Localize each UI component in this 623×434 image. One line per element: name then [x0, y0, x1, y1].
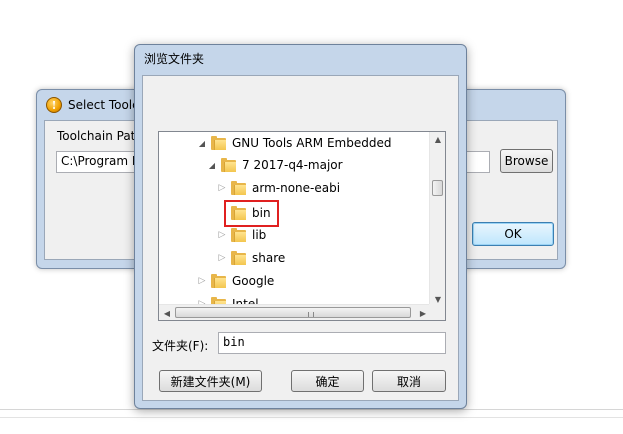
tree-item[interactable]: ▷ Google	[197, 270, 274, 292]
vertical-scroll-thumb[interactable]	[432, 180, 443, 196]
cancel-button[interactable]: 取消	[372, 370, 446, 392]
folder-icon	[211, 274, 226, 288]
folder-icon	[231, 228, 246, 242]
collapsed-arrow-icon[interactable]: ▷	[217, 230, 227, 240]
collapsed-arrow-icon[interactable]: ▷	[217, 253, 227, 263]
folder-name-input[interactable]: bin	[218, 332, 446, 354]
expanded-arrow-icon[interactable]: ◢	[197, 138, 207, 148]
ok-button[interactable]: OK	[472, 222, 554, 246]
toolchain-path-input-end[interactable]	[466, 151, 490, 173]
tree-item[interactable]: ▷ arm-none-eabi	[217, 177, 340, 199]
horizontal-scroll-thumb[interactable]	[175, 307, 411, 318]
tree-item-label: 7 2017-q4-major	[242, 158, 343, 172]
tree-item-label: GNU Tools ARM Embedded	[232, 136, 392, 150]
folder-icon	[231, 181, 246, 195]
background-separator	[0, 409, 623, 410]
folder-icon	[221, 158, 236, 172]
dialog-title[interactable]: 浏览文件夹	[144, 50, 204, 67]
tree-item[interactable]: ▷ lib	[217, 224, 266, 246]
collapsed-arrow-icon[interactable]: ▷	[197, 276, 207, 286]
tree-item-label: Google	[232, 274, 275, 288]
new-folder-button[interactable]: 新建文件夹(M)	[159, 370, 262, 392]
tree-item[interactable]: ▷ share	[217, 247, 285, 269]
vertical-scrollbar[interactable]: ▲ ▼	[429, 132, 445, 306]
toolchain-path-label: Toolchain Pat	[57, 129, 136, 143]
tree-item[interactable]: ◢ 7 2017-q4-major	[207, 154, 343, 176]
folder-tree[interactable]: ◢ GNU Tools ARM Embedded ◢ 7 2017-q4-maj…	[158, 131, 446, 321]
browse-folder-dialog: 浏览文件夹 ◢ GNU Tools ARM Embedded ◢ 7 2017-…	[134, 44, 467, 409]
dialog-body: ◢ GNU Tools ARM Embedded ◢ 7 2017-q4-maj…	[142, 75, 459, 401]
confirm-button[interactable]: 确定	[291, 370, 364, 392]
scroll-up-icon[interactable]: ▲	[430, 132, 445, 146]
browse-button[interactable]: Browse	[500, 149, 553, 173]
collapsed-arrow-icon[interactable]: ▷	[217, 183, 227, 193]
expanded-arrow-icon[interactable]: ◢	[207, 160, 217, 170]
dialog-titlebar[interactable]: ! Select Toolc	[46, 95, 139, 115]
scroll-left-icon[interactable]: ◀	[159, 305, 175, 320]
background-separator-2	[0, 417, 623, 418]
tree-item[interactable]: ◢ GNU Tools ARM Embedded	[197, 132, 391, 154]
dialog-title: Select Toolc	[68, 98, 139, 112]
scrollbar-corner	[429, 304, 445, 320]
selection-highlight	[224, 200, 279, 227]
tree-item-label: arm-none-eabi	[252, 181, 341, 195]
folder-icon	[211, 136, 226, 150]
tree-item-label: share	[252, 251, 286, 265]
folder-icon	[231, 251, 246, 265]
horizontal-scrollbar[interactable]: ◀ ▶	[159, 304, 431, 320]
warning-icon: !	[46, 97, 62, 113]
tree-item-label: lib	[252, 228, 267, 242]
folder-label: 文件夹(F):	[152, 339, 209, 353]
